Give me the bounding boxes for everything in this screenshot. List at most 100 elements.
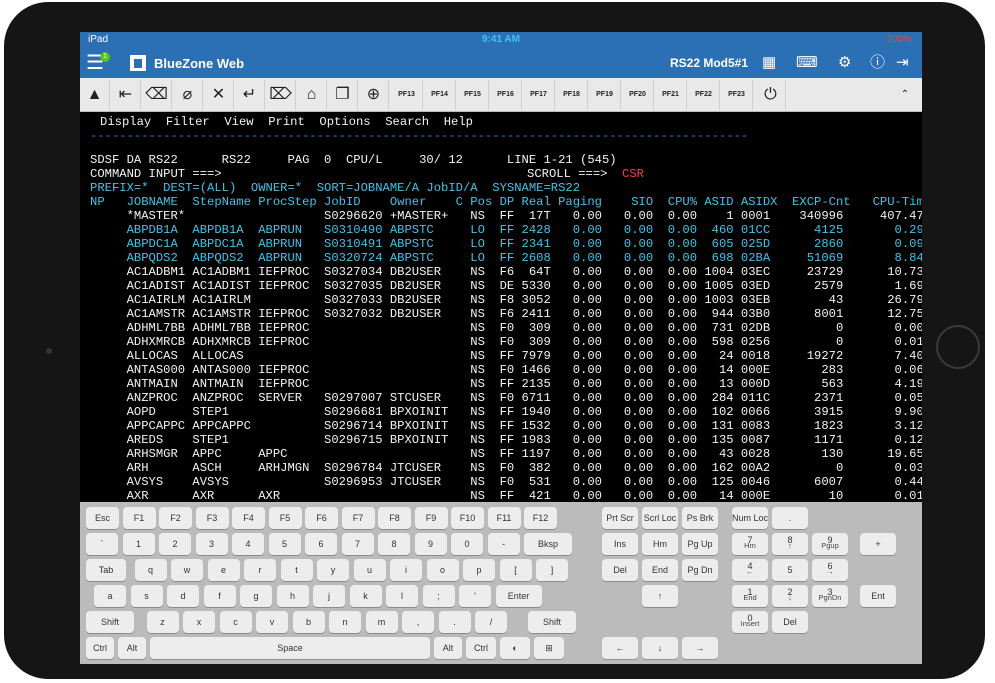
key-period[interactable]: . [438, 611, 471, 633]
erase-eof-icon[interactable]: ⌀ [173, 80, 203, 110]
key-minus[interactable]: - [487, 533, 520, 555]
numpad-key-del[interactable]: Del [772, 611, 808, 633]
command-input-label[interactable]: COMMAND INPUT ===> [90, 167, 222, 182]
key-y[interactable]: y [317, 559, 349, 581]
terminal-menu-bar[interactable]: Display Filter View Print Options Search… [100, 115, 473, 130]
pf17-button[interactable]: PF17 [523, 80, 555, 110]
numpad-key-8[interactable]: 8 ↑ [772, 533, 808, 555]
key-a[interactable]: a [94, 585, 126, 607]
key-l[interactable]: l [386, 585, 418, 607]
numpad-key-5[interactable]: 5 [772, 559, 808, 581]
numpad-key-9[interactable]: 9 Pgup [812, 533, 848, 555]
numpad-key-0[interactable]: 0 Insert [732, 611, 768, 633]
key-semicolon[interactable]: ; [422, 585, 455, 607]
pf19-button[interactable]: PF19 [589, 80, 621, 110]
home-icon[interactable]: ⌂ [297, 80, 327, 110]
job-row[interactable]: ANZPROC ANZPROC SERVER S0297007 STCUSER … [90, 391, 922, 406]
numpad-key-3[interactable]: 3 PgnDn [812, 585, 848, 607]
key-u[interactable]: u [353, 559, 386, 581]
erase-input-icon[interactable]: ⌦ [266, 80, 296, 110]
numpad-key-6[interactable]: 6 → [812, 559, 848, 581]
arrow-up-icon[interactable]: ↑ [642, 585, 678, 607]
info-icon[interactable]: ⓘ [870, 54, 885, 72]
pf15-button[interactable]: PF15 [457, 80, 489, 110]
job-row[interactable]: ANTAS000 ANTAS000 IEFPROC NS F0 1466 0.0… [90, 363, 922, 378]
key-x[interactable]: x [183, 611, 215, 633]
key-tab[interactable]: Tab [86, 559, 126, 581]
numpad-key-2[interactable]: 2 ↓ [772, 585, 808, 607]
job-row[interactable]: ABPQDS2 ABPQDS2 ABPRUN S0320724 ABPSTC L… [90, 251, 922, 266]
key-f7[interactable]: F7 [341, 507, 375, 529]
key-esc[interactable]: Esc [86, 507, 119, 529]
job-row[interactable]: ADHML7BB ADHML7BB IEFPROC NS F0 309 0.00… [90, 321, 922, 336]
job-row[interactable]: ABPDB1A ABPDB1A ABPRUN S0310490 ABPSTC L… [90, 223, 922, 238]
arrow-left-icon[interactable]: ← [602, 637, 638, 659]
job-row[interactable]: ABPDC1A ABPDC1A ABPRUN S0310491 ABPSTC L… [90, 237, 922, 252]
pf16-button[interactable]: PF16 [490, 80, 522, 110]
home-button[interactable] [936, 325, 980, 369]
key-d[interactable]: d [167, 585, 199, 607]
key-f11[interactable]: F11 [487, 507, 521, 529]
key-5[interactable]: 5 [268, 533, 301, 555]
key-n[interactable]: n [329, 611, 361, 633]
attention-icon[interactable]: ▲ [80, 80, 110, 110]
key-ins[interactable]: Ins [602, 533, 638, 555]
key-s[interactable]: s [130, 585, 163, 607]
key-t[interactable]: t [280, 559, 313, 581]
key-r[interactable]: r [244, 559, 276, 581]
key-pg-up[interactable]: Pg Up [682, 533, 718, 555]
key-f3[interactable]: F3 [195, 507, 229, 529]
pf20-button[interactable]: PF20 [622, 80, 654, 110]
job-row[interactable]: ANTMAIN ANTMAIN IEFPROC NS FF 2135 0.00 … [90, 377, 922, 392]
field-mark-icon[interactable]: ⊕ [359, 80, 389, 110]
key-0[interactable]: 0 [451, 533, 483, 555]
key-o[interactable]: o [426, 559, 459, 581]
key-6[interactable]: 6 [305, 533, 337, 555]
key-f10[interactable]: F10 [451, 507, 484, 529]
key-ps-brk[interactable]: Ps Brk [682, 507, 718, 529]
key-h[interactable]: h [276, 585, 309, 607]
key-alt-right[interactable]: Alt [434, 637, 462, 659]
key-k[interactable]: k [349, 585, 382, 607]
key-scrl-loc[interactable]: Scrl Loc [642, 507, 678, 529]
key-j[interactable]: j [313, 585, 345, 607]
job-row[interactable]: ARHSMGR APPC APPC NS FF 1197 0.00 0.00 0… [90, 447, 922, 462]
job-row[interactable]: AC1ADBM1 AC1ADBM1 IEFPROC S0327034 DB2US… [90, 265, 922, 280]
key-f9[interactable]: F9 [414, 507, 448, 529]
clear-icon[interactable]: ✕ [204, 80, 234, 110]
pf21-button[interactable]: PF21 [655, 80, 687, 110]
pf13-button[interactable]: PF13 [391, 80, 423, 110]
key-b[interactable]: b [292, 611, 325, 633]
key-comma[interactable]: , [402, 611, 434, 633]
pf22-button[interactable]: PF22 [688, 80, 720, 110]
job-row[interactable]: ALLOCAS ALLOCAS NS FF 7979 0.00 0.00 0.0… [90, 349, 922, 364]
key-i[interactable]: i [390, 559, 422, 581]
key-space[interactable]: Space [150, 637, 430, 659]
key-num-lock[interactable]: Num Loc [732, 507, 768, 529]
key-g[interactable]: g [240, 585, 272, 607]
arrow-right-icon[interactable]: → [682, 637, 718, 659]
keyboard-icon[interactable]: ⌨ [796, 54, 818, 72]
key-del[interactable]: Del [602, 559, 638, 581]
key-f2[interactable]: F2 [159, 507, 192, 529]
job-row[interactable]: ADHXMRCB ADHXMRCB IEFPROC NS F0 309 0.00… [90, 335, 922, 350]
key-e[interactable]: e [207, 559, 240, 581]
key-f4[interactable]: F4 [232, 507, 265, 529]
numpad-key-4[interactable]: 4 ← [732, 559, 768, 581]
newline-icon[interactable]: ↵ [235, 80, 265, 110]
job-row[interactable]: AVSYS AVSYS S0296953 JTCUSER NS F0 531 0… [90, 475, 922, 490]
key-z[interactable]: z [146, 611, 179, 633]
job-row[interactable]: *MASTER* S0296620 +MASTER+ NS FF 17T 0.0… [90, 209, 922, 224]
key-f12[interactable]: F12 [524, 507, 557, 529]
key-m[interactable]: m [365, 611, 398, 633]
key-numpad-decimal-top[interactable]: . [772, 507, 808, 529]
key-f[interactable]: f [203, 585, 236, 607]
numpad-key-7[interactable]: 7 Hm [732, 533, 768, 555]
gear-icon[interactable]: ⚙ [838, 54, 851, 72]
copy-icon[interactable]: ❐ [328, 80, 358, 110]
job-row[interactable]: AC1AIRLM AC1AIRLM S0327033 DB2USER NS F8… [90, 293, 922, 308]
key-9[interactable]: 9 [414, 533, 447, 555]
job-row[interactable]: APPCAPPC APPCAPPC S0296714 BPXOINIT NS F… [90, 419, 922, 434]
key-p[interactable]: p [463, 559, 495, 581]
numpad-key-ent[interactable]: Ent [860, 585, 896, 607]
